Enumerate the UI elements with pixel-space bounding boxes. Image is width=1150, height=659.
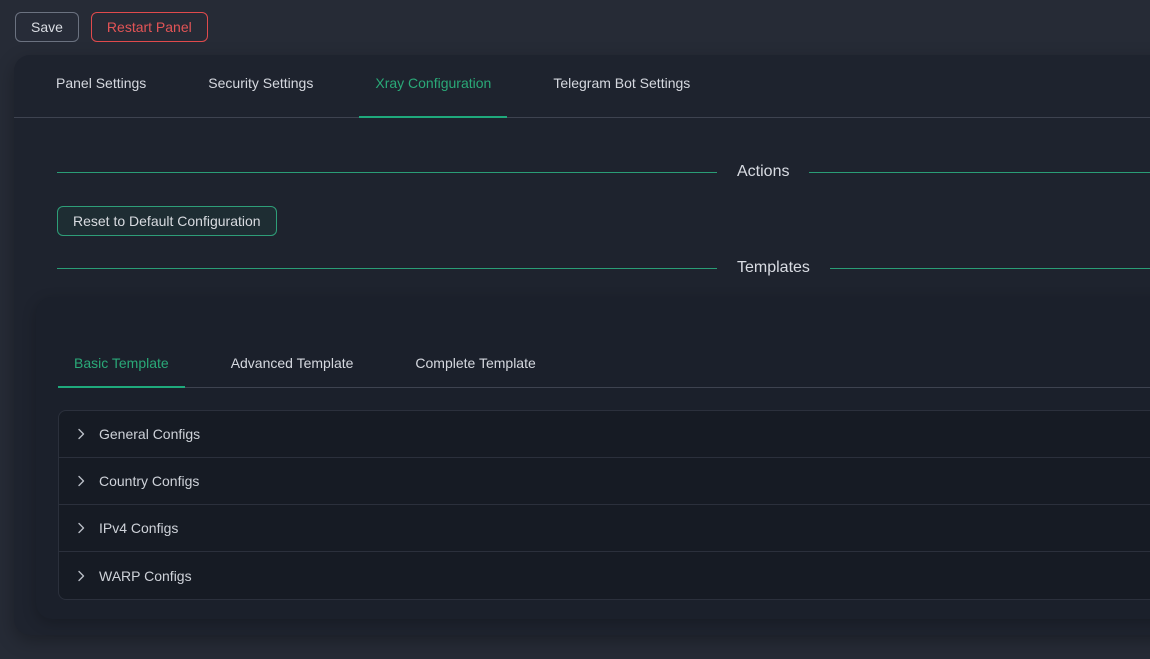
actions-section-title: Actions [717, 161, 809, 183]
tab-xray-configuration[interactable]: Xray Configuration [359, 73, 507, 117]
collapse-panel-country-configs[interactable]: Country Configs [59, 458, 1150, 505]
tab-advanced-template[interactable]: Advanced Template [215, 353, 370, 387]
chevron-right-icon [75, 522, 87, 534]
collapse-panel-label: IPv4 Configs [99, 520, 178, 536]
chevron-right-icon [75, 570, 87, 582]
templates-divider: Templates [57, 236, 1150, 279]
collapse-panel-general-configs[interactable]: General Configs [59, 411, 1150, 458]
tab-panel-settings[interactable]: Panel Settings [40, 73, 162, 117]
xray-configuration-panel: Actions Reset to Default Configuration T… [14, 118, 1150, 619]
chevron-right-icon [75, 475, 87, 487]
template-tabs: Basic Template Advanced Template Complet… [58, 353, 1150, 388]
toolbar: Save Restart Panel [0, 0, 1150, 55]
templates-section-title: Templates [717, 257, 830, 279]
chevron-right-icon [75, 428, 87, 440]
tab-basic-template[interactable]: Basic Template [58, 353, 185, 387]
divider-line [809, 172, 1150, 173]
actions-divider: Actions [57, 118, 1150, 183]
configs-collapse: General Configs Country Configs [58, 410, 1150, 600]
settings-tabs: Panel Settings Security Settings Xray Co… [14, 55, 1150, 118]
collapse-panel-label: General Configs [99, 426, 200, 442]
templates-card: Basic Template Advanced Template Complet… [36, 297, 1150, 619]
tab-security-settings[interactable]: Security Settings [192, 73, 329, 117]
restart-panel-button[interactable]: Restart Panel [91, 12, 208, 42]
settings-card: Panel Settings Security Settings Xray Co… [14, 55, 1150, 635]
collapse-panel-label: Country Configs [99, 473, 199, 489]
save-button[interactable]: Save [15, 12, 79, 42]
tab-complete-template[interactable]: Complete Template [399, 353, 551, 387]
divider-line [830, 268, 1150, 269]
collapse-panel-ipv4-configs[interactable]: IPv4 Configs [59, 505, 1150, 552]
divider-line [57, 172, 717, 173]
reset-default-config-button[interactable]: Reset to Default Configuration [57, 206, 277, 236]
collapse-panel-label: WARP Configs [99, 568, 192, 584]
tab-telegram-bot-settings[interactable]: Telegram Bot Settings [537, 73, 706, 117]
divider-line [57, 268, 717, 269]
collapse-panel-warp-configs[interactable]: WARP Configs [59, 552, 1150, 599]
